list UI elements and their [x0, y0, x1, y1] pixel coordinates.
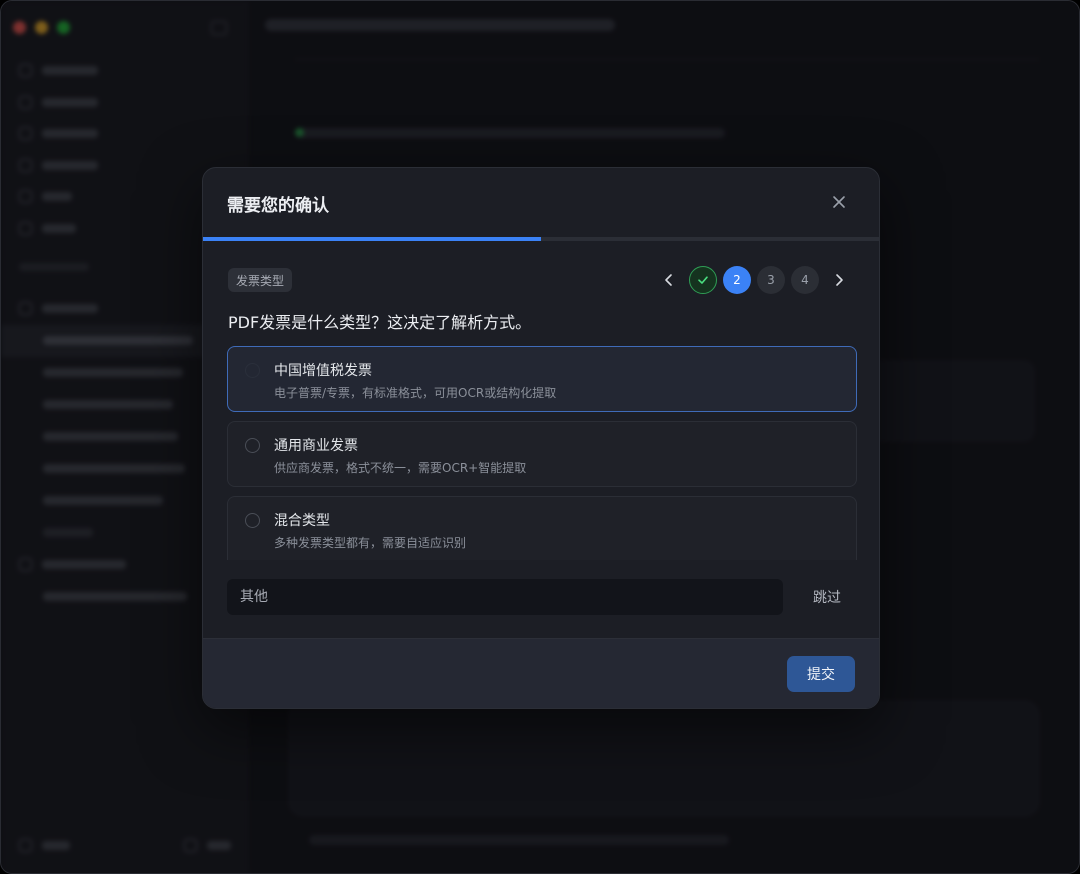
other-answer-input[interactable]: [227, 579, 783, 615]
option-commercial-invoice[interactable]: 通用商业发票 供应商发票，格式不统一，需要OCR+智能提取: [227, 421, 857, 487]
option-description: 供应商发票，格式不统一，需要OCR+智能提取: [274, 461, 527, 475]
dialog-title: 需要您的确认: [227, 196, 329, 216]
option-vat-invoice[interactable]: 中国增值税发票 电子普票/专票，有标准格式，可用OCR或结构化提取: [227, 346, 857, 412]
progress-bar: [203, 237, 879, 241]
prev-question-button[interactable]: [655, 266, 683, 294]
question-tag: 发票类型: [228, 268, 293, 292]
option-title: 中国增值税发票: [274, 363, 372, 379]
step-navigator: 2 3 4: [655, 266, 853, 294]
option-list: 中国增值税发票 电子普票/专票，有标准格式，可用OCR或结构化提取 通用商业发票…: [227, 346, 857, 569]
step-3[interactable]: 3: [757, 266, 785, 294]
skip-button[interactable]: 跳过: [799, 579, 855, 615]
submit-button[interactable]: 提交: [787, 656, 855, 692]
next-question-button[interactable]: [825, 266, 853, 294]
step-2-current[interactable]: 2: [723, 266, 751, 294]
radio-button[interactable]: [245, 513, 260, 528]
radio-button[interactable]: [245, 438, 260, 453]
option-description: 多种发票类型都有，需要自适应识别: [274, 536, 467, 550]
option-mixed-type[interactable]: 混合类型 多种发票类型都有，需要自适应识别: [227, 496, 857, 560]
question-text: PDF发票是什么类型？这决定了解析方式。: [228, 313, 532, 332]
check-icon: [698, 276, 708, 284]
radio-button[interactable]: [245, 363, 260, 378]
progress-fill: [203, 237, 541, 241]
close-icon: [833, 196, 845, 208]
chevron-right-icon: [836, 274, 843, 286]
dialog-footer: 提交: [203, 638, 879, 708]
close-button[interactable]: [829, 192, 849, 212]
dialog-header: 需要您的确认: [203, 168, 879, 238]
app-window: 需要您的确认 发票类型 2 3 4 PDF发票是什么类型？这决定了解析方式。 中…: [0, 0, 1080, 874]
confirmation-dialog: 需要您的确认 发票类型 2 3 4 PDF发票是什么类型？这决定了解析方式。 中…: [202, 167, 880, 709]
option-title: 混合类型: [274, 513, 330, 529]
option-description: 电子普票/专票，有标准格式，可用OCR或结构化提取: [274, 386, 557, 400]
step-4[interactable]: 4: [791, 266, 819, 294]
option-title: 通用商业发票: [274, 438, 358, 454]
chevron-left-icon: [665, 274, 672, 286]
step-1-done[interactable]: [689, 266, 717, 294]
